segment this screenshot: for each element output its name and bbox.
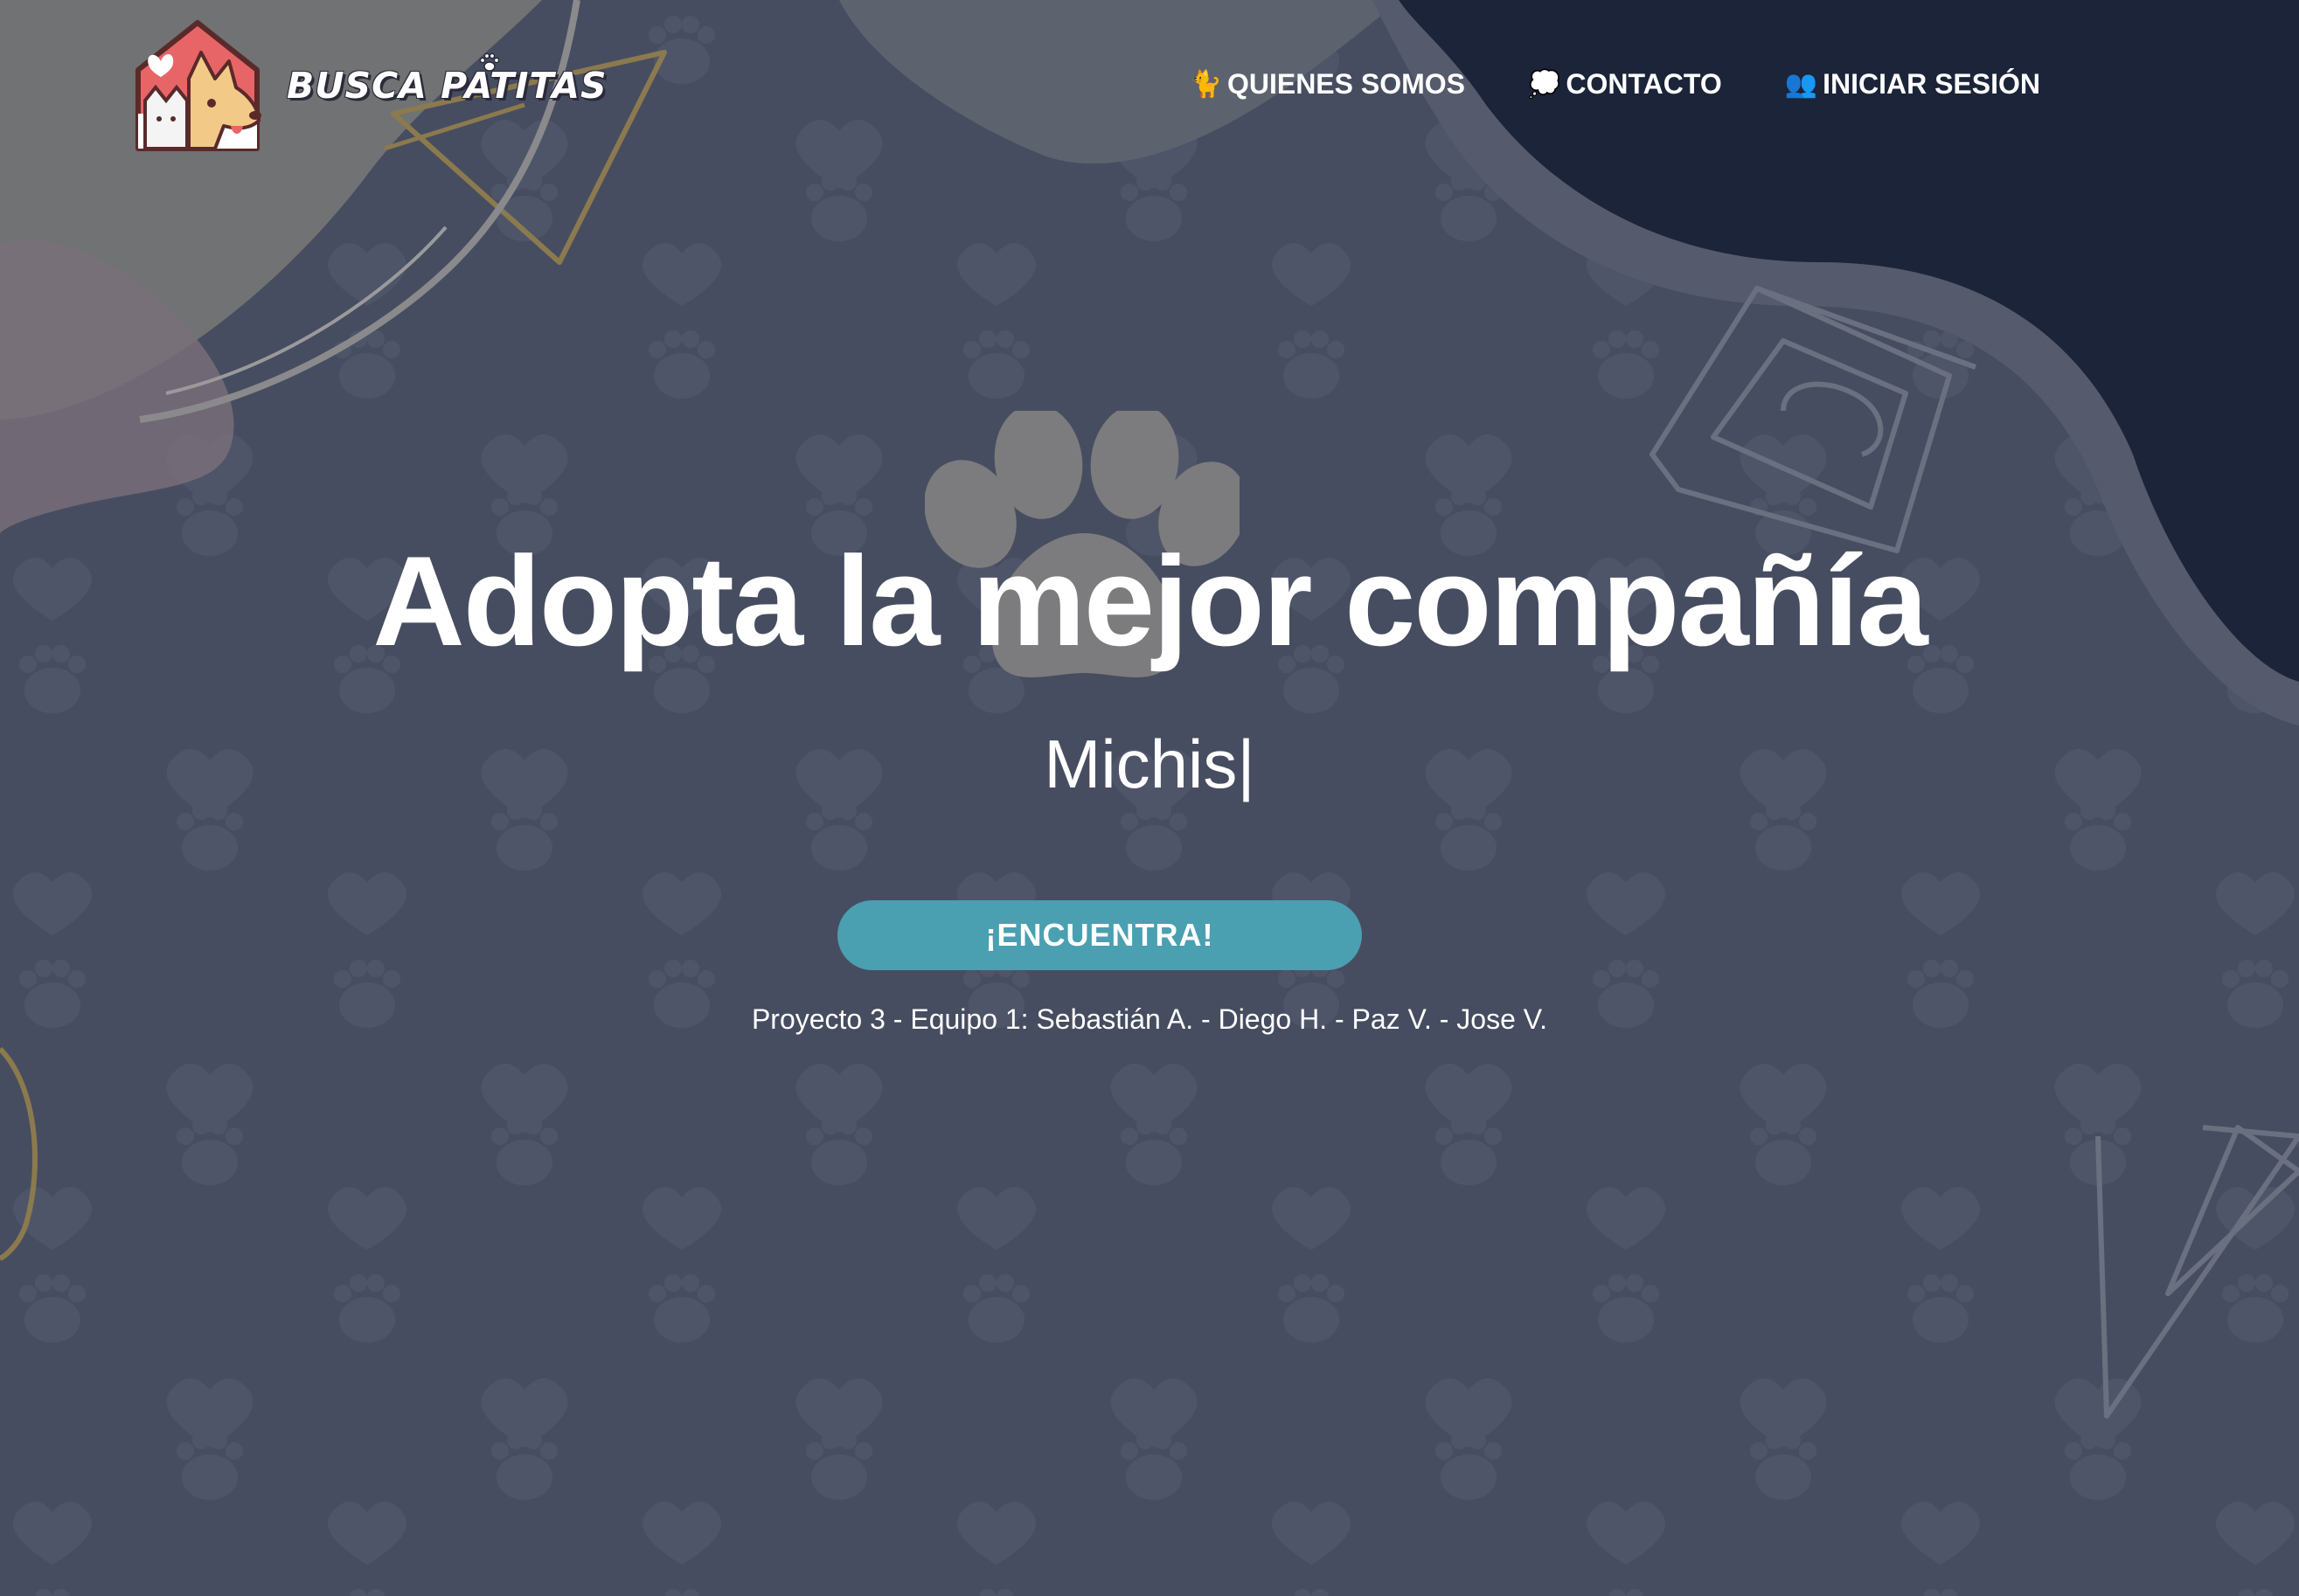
hero-title: Adopta la mejor compañía <box>372 530 1927 672</box>
brand-name[interactable]: BUSCA PATITAS <box>287 65 608 107</box>
thought-bubble-icon: 💭 <box>1528 69 1561 99</box>
nav-iniciar-sesion[interactable]: 👥 INICIAR SESIÓN <box>1785 68 2040 101</box>
main-navigation: 🐈 QUIENES SOMOS 💭 CONTACTO 👥 INICIAR SES… <box>1190 68 2040 101</box>
typed-word: Michis <box>1044 725 1238 802</box>
cat-icon: 🐈 <box>1189 69 1222 99</box>
hero-typed-subtitle: Michis| <box>0 724 2299 806</box>
nav-contacto[interactable]: 💭 CONTACTO <box>1528 68 1722 101</box>
paw-icon <box>479 52 500 72</box>
nav-quienes-somos[interactable]: 🐈 QUIENES SOMOS <box>1190 68 1465 101</box>
project-credits: Proyecto 3 - Equipo 1: Sebastián A. - Di… <box>751 1003 1548 1035</box>
nav-quienes-somos-label: QUIENES SOMOS <box>1226 68 1465 100</box>
encuentra-button[interactable]: ¡ENCUENTRA! <box>837 900 1362 970</box>
users-icon: 👥 <box>1784 69 1818 99</box>
cat-dog-house-logo-icon[interactable] <box>128 17 267 157</box>
typing-caret: | <box>1237 725 1255 802</box>
nav-iniciar-sesion-label: INICIAR SESIÓN <box>1823 68 2040 100</box>
nav-contacto-label: CONTACTO <box>1566 68 1722 100</box>
site-header: BUSCA PATITAS 🐈 QUIENES SOMOS 💭 CONTACTO… <box>0 0 2299 175</box>
